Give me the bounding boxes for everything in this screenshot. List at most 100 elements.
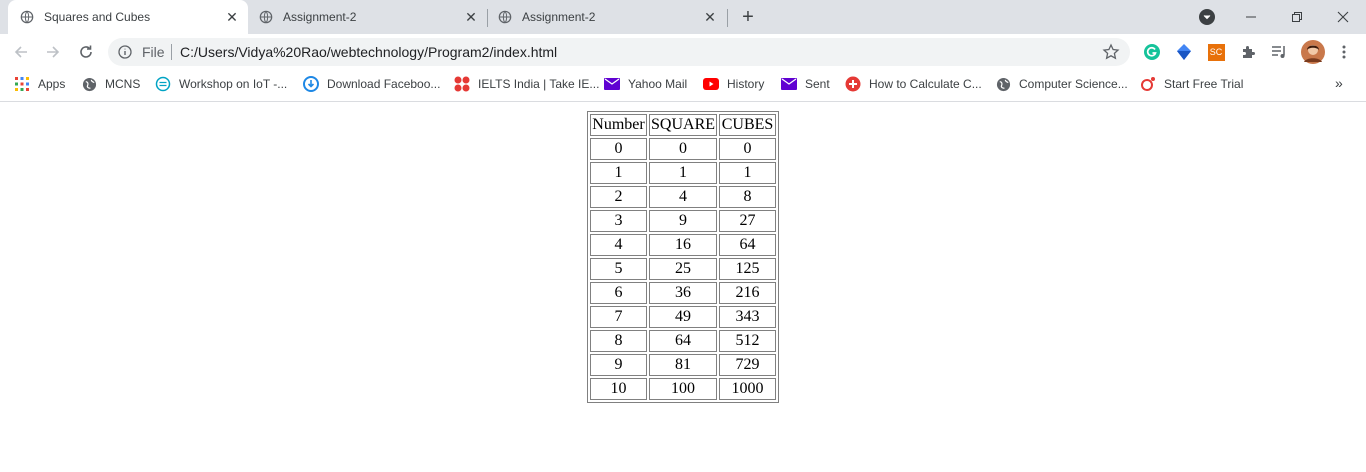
table-cell: 343: [719, 306, 777, 328]
table-cell: 8: [719, 186, 777, 208]
bookmark-label: Workshop on IoT -...: [179, 77, 288, 91]
globe-icon: [81, 76, 97, 92]
tab-title: Assignment-2: [522, 10, 596, 24]
table-cell: 100: [649, 378, 718, 400]
back-button[interactable]: [9, 40, 33, 64]
bookmark-mcns[interactable]: MCNS: [81, 76, 140, 92]
close-icon: [1337, 11, 1349, 23]
table-row: 10 100 1000: [590, 378, 777, 400]
bookmark-start-free-trial[interactable]: Start Free Trial: [1140, 76, 1243, 92]
table-cell: 10: [590, 378, 647, 400]
reload-icon: [80, 45, 92, 58]
table-cell: 6: [590, 282, 647, 304]
menu-kebab-icon[interactable]: [1334, 42, 1354, 62]
tab-assignment-2[interactable]: Assignment-2 ✕: [248, 0, 488, 34]
table-cell: 64: [649, 330, 718, 352]
puzzle-extensions-icon[interactable]: [1238, 42, 1258, 62]
table-cell: 1: [719, 162, 777, 184]
restore-icon: [1292, 12, 1302, 22]
address-bar[interactable]: File C:/Users/Vidya%20Rao/webtechnology/…: [108, 38, 1130, 66]
avatar[interactable]: [1301, 40, 1325, 64]
bookmark-label: Sent: [805, 77, 830, 91]
reload-button[interactable]: [74, 40, 98, 64]
table-cell: 1: [590, 162, 647, 184]
column-header: Number: [590, 114, 647, 136]
bookmark-download-facebook[interactable]: Download Faceboo...: [303, 76, 440, 92]
bookmark-label: Apps: [38, 77, 66, 91]
scheme-label: File: [142, 44, 165, 60]
new-tab-button[interactable]: +: [736, 6, 760, 28]
tab-title: Assignment-2: [283, 10, 357, 24]
iot-icon: [155, 76, 171, 92]
table-header-row: Number SQUARE CUBES: [590, 114, 777, 136]
url-text[interactable]: C:/Users/Vidya%20Rao/webtechnology/Progr…: [180, 44, 557, 60]
trial-icon: [1140, 76, 1156, 92]
table-row: 1 1 1: [590, 162, 777, 184]
sc-extension-icon[interactable]: SC: [1206, 42, 1226, 62]
table-cell: 216: [719, 282, 777, 304]
bookmark-ielts[interactable]: IELTS India | Take IE...: [454, 76, 599, 92]
bookmark-label: Yahoo Mail: [628, 77, 688, 91]
table-cell: 1: [649, 162, 718, 184]
table-cell: 49: [649, 306, 718, 328]
table-cell: 9: [590, 354, 647, 376]
column-header: SQUARE: [649, 114, 718, 136]
table-cell: 0: [649, 138, 718, 160]
globe-icon: [498, 10, 512, 24]
diamond-extension-icon[interactable]: [1174, 42, 1194, 62]
close-tab-icon[interactable]: ✕: [702, 9, 718, 25]
bookmark-label: Download Faceboo...: [327, 77, 441, 91]
yahoo-mail-icon: [604, 76, 620, 92]
table-cell: 1000: [719, 378, 777, 400]
bookmark-star-icon[interactable]: [1102, 43, 1120, 61]
reading-list-icon[interactable]: [1269, 42, 1289, 62]
minimize-icon: [1246, 16, 1256, 18]
table-cell: 729: [719, 354, 777, 376]
globe-icon: [995, 76, 1011, 92]
youtube-icon: [703, 76, 719, 92]
table-row: 0 0 0: [590, 138, 777, 160]
info-icon[interactable]: [118, 45, 132, 59]
restore-button[interactable]: [1274, 0, 1320, 34]
bookmark-history[interactable]: History: [703, 76, 764, 92]
sc-extension-label: SC: [1207, 43, 1225, 61]
page-content: Number SQUARE CUBES 0 0 0 1 1 1 2 4 8 3 …: [0, 102, 1366, 472]
table-cell: 64: [719, 234, 777, 256]
back-arrow-icon: [14, 46, 27, 58]
bookmark-how-to-calculate[interactable]: How to Calculate C...: [845, 76, 982, 92]
table-cell: 0: [719, 138, 777, 160]
table-cell: 16: [649, 234, 718, 256]
table-row: 4 16 64: [590, 234, 777, 256]
column-header: CUBES: [719, 114, 777, 136]
bookmark-apps[interactable]: Apps: [14, 76, 65, 92]
bookmark-workshop-iot[interactable]: Workshop on IoT -...: [155, 76, 287, 92]
bookmark-sent[interactable]: Sent: [781, 76, 830, 92]
bookmark-label: Computer Science...: [1019, 77, 1128, 91]
bookmark-computer-science[interactable]: Computer Science...: [995, 76, 1128, 92]
tab-search-button[interactable]: [1199, 9, 1215, 25]
chevron-down-icon: [1203, 15, 1211, 20]
table-cell: 27: [719, 210, 777, 232]
close-window-button[interactable]: [1320, 0, 1366, 34]
tab-squares-and-cubes[interactable]: Squares and Cubes ✕: [8, 0, 248, 34]
bookmarks-bar: Apps MCNS Workshop on IoT -... Download …: [0, 70, 1366, 98]
table-cell: 25: [649, 258, 718, 280]
bookmark-label: Start Free Trial: [1164, 77, 1244, 91]
close-tab-icon[interactable]: ✕: [463, 9, 479, 25]
tab-assignment-2[interactable]: Assignment-2 ✕: [488, 0, 728, 34]
minimize-button[interactable]: [1228, 0, 1274, 34]
table-cell: 9: [649, 210, 718, 232]
bookmark-yahoo-mail[interactable]: Yahoo Mail: [604, 76, 687, 92]
table-cell: 5: [590, 258, 647, 280]
forward-button[interactable]: [41, 40, 65, 64]
table-row: 9 81 729: [590, 354, 777, 376]
table-row: 3 9 27: [590, 210, 777, 232]
close-tab-icon[interactable]: ✕: [224, 9, 240, 25]
grammarly-icon[interactable]: [1142, 42, 1162, 62]
table-cell: 4: [649, 186, 718, 208]
table-cell: 125: [719, 258, 777, 280]
chevron-double-right-icon[interactable]: »: [1335, 75, 1343, 91]
bookmark-label: IELTS India | Take IE...: [478, 77, 600, 91]
table-cell: 512: [719, 330, 777, 352]
yahoo-mail-icon: [781, 76, 797, 92]
